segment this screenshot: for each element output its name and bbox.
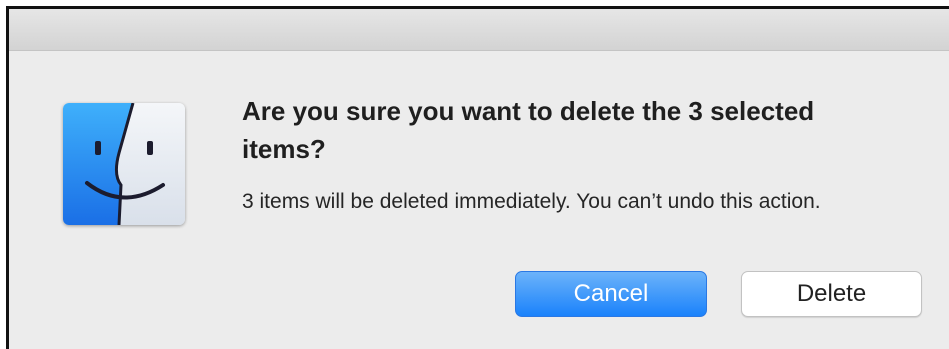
cancel-button[interactable]: Cancel bbox=[515, 271, 707, 317]
delete-confirmation-dialog: Are you sure you want to delete the 3 se… bbox=[6, 6, 949, 349]
dialog-message: 3 items will be deleted immediately. You… bbox=[242, 190, 821, 213]
screen: Are you sure you want to delete the 3 se… bbox=[0, 0, 949, 349]
window-titlebar[interactable] bbox=[9, 9, 949, 51]
dialog-title: Are you sure you want to delete the 3 se… bbox=[242, 96, 815, 164]
delete-button[interactable]: Delete bbox=[741, 271, 922, 317]
finder-icon bbox=[63, 103, 185, 225]
